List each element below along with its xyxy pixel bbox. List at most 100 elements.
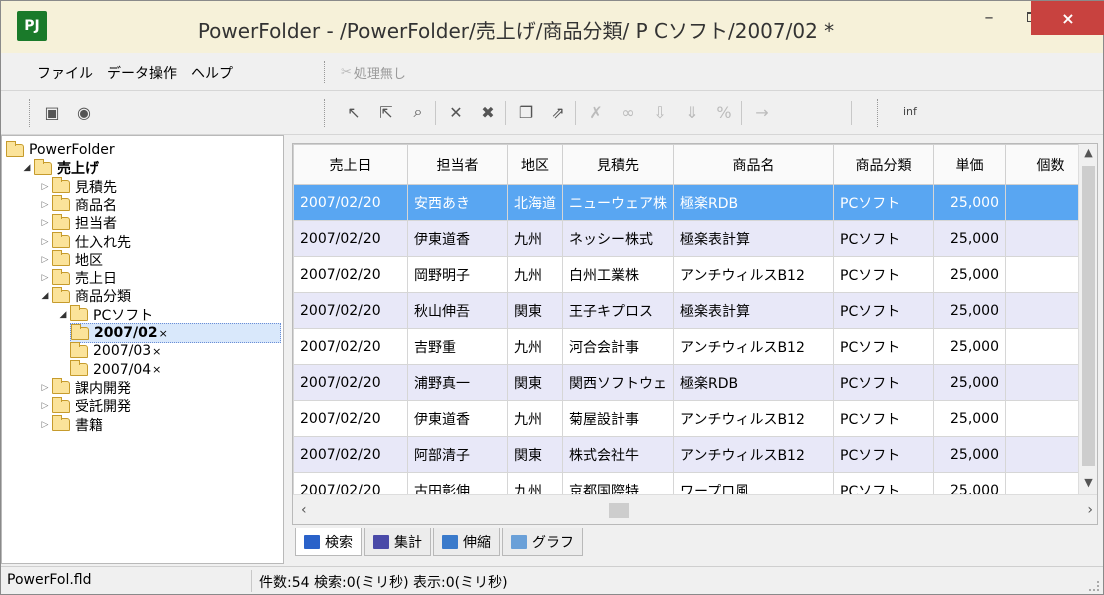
tree-node[interactable]: ▷ 売上日 [38,268,117,288]
table-cell[interactable]: 極楽RDB [673,184,834,221]
menu-item-1[interactable]: データ操作 [107,63,177,83]
table-row[interactable]: 2007/02/20 伊東道香 九州 ネッシー株式 極楽表計算 PCソフト 25,000 [293,220,1096,257]
tree-node[interactable]: ▷ 課内開発 [38,378,131,398]
tab-3[interactable]: グラフ [502,528,583,556]
column-header[interactable]: 単価 [933,144,1006,185]
table-cell[interactable]: PCソフト [833,328,934,365]
collapsed-arrow-icon[interactable]: ▷ [38,383,52,393]
tree-node[interactable]: ◢ PCソフト [56,305,153,325]
table-cell[interactable]: 2007/02/20 [293,292,408,329]
table-cell[interactable]: 2007/02/20 [293,364,408,401]
find-icon[interactable]: ⌕ [405,99,431,125]
table-cell[interactable]: 伊東道香 [407,220,508,257]
collapsed-arrow-icon[interactable]: ▷ [38,237,52,247]
table-cell[interactable]: 25,000 [933,436,1006,473]
table-cell[interactable]: 吉野重 [407,328,508,365]
collapsed-arrow-icon[interactable]: ▷ [38,401,52,411]
copy-icon[interactable]: ❐ [513,99,539,125]
table-cell[interactable]: 北海道 [507,184,563,221]
collapsed-arrow-icon[interactable]: ▷ [38,182,52,192]
tree-node[interactable]: ▷ 担当者 [38,213,117,233]
table-cell[interactable]: 極楽表計算 [673,292,834,329]
table-cell[interactable]: PCソフト [833,364,934,401]
column-cut-icon[interactable]: ✕ [443,99,469,125]
table-cell[interactable]: ネッシー株式 [562,220,674,257]
table-cell[interactable]: 25,000 [933,220,1006,257]
tree-node[interactable]: PowerFolder [6,140,115,160]
table-row[interactable]: 2007/02/20 秋山伸吾 関東 王子キプロス 極楽表計算 PCソフト 25,000 [293,292,1096,329]
table-cell[interactable]: PCソフト [833,292,934,329]
toolbar-grip[interactable] [29,99,31,127]
horizontal-scroll-thumb[interactable] [609,503,629,518]
table-cell[interactable]: PCソフト [833,436,934,473]
table-cell[interactable]: PCソフト [833,256,934,293]
table-cell[interactable]: 九州 [507,256,563,293]
title-bar[interactable]: PJ PowerFolder - /PowerFolder/売上げ/商品分類/ … [1,1,1104,53]
column-join-icon[interactable]: ✖ [475,99,501,125]
table-cell[interactable]: 秋山伸吾 [407,292,508,329]
vertical-scroll-thumb[interactable] [1082,166,1095,466]
expanded-arrow-icon[interactable]: ◢ [56,310,70,320]
table-cell[interactable]: 2007/02/20 [293,184,408,221]
table-cell[interactable]: 極楽表計算 [673,220,834,257]
tab-1[interactable]: 集計 [364,528,431,556]
collapsed-arrow-icon[interactable]: ▷ [38,255,52,265]
menu-item-2[interactable]: ヘルプ [191,63,233,83]
folder-tree[interactable]: PowerFolder ◢ 売上げ ▷ 見積先 ▷ 商品名 ▷ 担当者 ▷ 仕入れ先 ▷ 地区 ▷ 売上日 ◢… [1,135,284,564]
tree-node[interactable]: ▷ 仕入れ先 [38,232,131,252]
tree-node[interactable]: ◢ 売上げ [20,158,99,178]
table-cell[interactable]: 関東 [507,364,563,401]
column-header[interactable]: 売上日 [293,144,408,185]
menu-item-0[interactable]: ファイル [37,63,93,83]
table-cell[interactable]: 王子キプロス [562,292,674,329]
table-cell[interactable]: アンチウィルスB12 [673,256,834,293]
scroll-right-icon[interactable]: › [1087,502,1093,518]
table-cell[interactable]: 河合会計事 [562,328,674,365]
inf-label[interactable]: inf [903,105,917,118]
toolbar-grip-3[interactable] [877,99,879,127]
table-cell[interactable]: 25,000 [933,292,1006,329]
table-cell[interactable]: 関西ソフトウェ [562,364,674,401]
column-header[interactable]: 地区 [507,144,563,185]
table-row[interactable]: 2007/02/20 吉野重 九州 河合会計事 アンチウィルスB12 PCソフト 25,00… [293,328,1096,365]
table-cell[interactable]: 25,000 [933,184,1006,221]
table-cell[interactable]: 2007/02/20 [293,400,408,437]
table-cell[interactable]: アンチウィルスB12 [673,328,834,365]
table-cell[interactable]: 25,000 [933,364,1006,401]
column-header[interactable]: 見積先 [562,144,674,185]
tree-node[interactable]: 2007/04 × [70,360,161,380]
table-cell[interactable]: 2007/02/20 [293,220,408,257]
minimize-button[interactable]: – [967,1,1011,33]
table-cell[interactable]: 阿部清子 [407,436,508,473]
table-cell[interactable]: 岡野明子 [407,256,508,293]
table-cell[interactable]: 株式会社牛 [562,436,674,473]
tree-node[interactable]: ▷ 書籍 [38,415,103,435]
table-cell[interactable]: 九州 [507,328,563,365]
table-cell[interactable]: 極楽RDB [673,364,834,401]
tree-node[interactable]: ▷ 受託開発 [38,396,131,416]
table-cell[interactable]: 浦野真一 [407,364,508,401]
tree-node[interactable]: ◢ 商品分類 [38,286,131,306]
scroll-up-icon[interactable]: ▲ [1079,146,1097,164]
close-button[interactable]: × [1031,1,1104,35]
table-row[interactable]: 2007/02/20 岡野明子 九州 白州工業株 アンチウィルスB12 PCソフト 25,0… [293,256,1096,293]
table-cell[interactable]: アンチウィルスB12 [673,400,834,437]
table-row[interactable]: 2007/02/20 浦野真一 関東 関西ソフトウェ 極楽RDB PCソフト 25,000 [293,364,1096,401]
data-grid[interactable]: 売上日 担当者 地区 見積先 商品名 商品分類 単価 個数 2007/02/20 安西あき 北海道… [292,143,1098,525]
table-cell[interactable]: アンチウィルスB12 [673,436,834,473]
table-cell[interactable]: 伊東道香 [407,400,508,437]
sort-asc-icon[interactable]: ⇩ [647,99,673,125]
collapsed-arrow-icon[interactable]: ▷ [38,420,52,430]
tree-node[interactable]: 2007/02 × [70,323,281,343]
expanded-arrow-icon[interactable]: ◢ [20,163,34,173]
filter-arrow-icon[interactable]: ⇱ [373,99,399,125]
scroll-down-icon[interactable]: ▼ [1079,476,1097,494]
table-cell[interactable]: 白州工業株 [562,256,674,293]
table-cell[interactable]: PCソフト [833,184,934,221]
table-cell[interactable]: PCソフト [833,220,934,257]
table-cell[interactable]: 25,000 [933,256,1006,293]
horizontal-scrollbar[interactable]: ‹ › [293,494,1097,524]
combine-icon[interactable]: ∞ [615,99,641,125]
column-header[interactable]: 担当者 [407,144,508,185]
collapsed-arrow-icon[interactable]: ▷ [38,200,52,210]
